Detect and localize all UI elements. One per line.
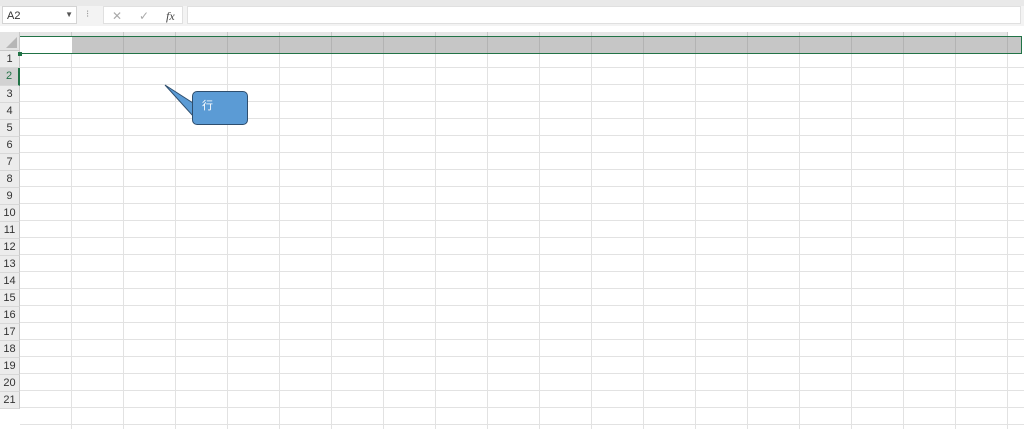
callout-text: 行 (202, 100, 213, 112)
select-all-triangle-icon (6, 37, 17, 48)
formula-buttons: ✕ ✓ fx (103, 6, 183, 24)
name-box-value: A2 (7, 10, 21, 22)
row-header[interactable]: 10 (0, 205, 20, 222)
formula-input[interactable] (187, 6, 1021, 24)
cell-area[interactable] (20, 51, 1024, 429)
row-header[interactable]: 15 (0, 290, 20, 307)
row-header[interactable]: 2 (0, 68, 20, 86)
active-cell[interactable] (20, 36, 72, 54)
row-header[interactable]: 11 (0, 222, 20, 239)
row-header[interactable]: 6 (0, 137, 20, 154)
row-header[interactable]: 12 (0, 239, 20, 256)
row-header[interactable]: 14 (0, 273, 20, 290)
formula-bar-grip-icon[interactable]: ⁝ (86, 9, 89, 20)
row-header[interactable]: 13 (0, 256, 20, 273)
select-all-button[interactable] (0, 32, 20, 51)
selected-row-highlight (20, 36, 1022, 54)
row-header[interactable]: 1 (0, 51, 20, 68)
formula-bar: A2 ▼ ⁝ ✕ ✓ fx (0, 6, 1024, 26)
row-header[interactable]: 16 (0, 307, 20, 324)
selection-right-edge (1021, 36, 1022, 54)
insert-function-icon[interactable]: fx (166, 9, 175, 24)
row-header[interactable]: 18 (0, 341, 20, 358)
row-header[interactable]: 20 (0, 375, 20, 392)
row-header[interactable]: 7 (0, 154, 20, 171)
row-header[interactable]: 4 (0, 103, 20, 120)
callout-shape[interactable]: 行 (192, 91, 248, 125)
row-header[interactable]: 8 (0, 171, 20, 188)
chevron-down-icon[interactable]: ▼ (65, 10, 73, 19)
fill-handle[interactable] (18, 52, 22, 56)
row-header[interactable]: 17 (0, 324, 20, 341)
row-header[interactable]: 5 (0, 120, 20, 137)
spreadsheet-grid: ABCDEFGHIJKLMNOPQRS 12345678910111213141… (0, 32, 1024, 429)
name-box[interactable]: A2 ▼ (2, 6, 77, 24)
enter-check-icon[interactable]: ✓ (139, 9, 149, 23)
row-header[interactable]: 21 (0, 392, 20, 409)
row-header[interactable]: 3 (0, 86, 20, 103)
row-header[interactable]: 9 (0, 188, 20, 205)
cancel-icon[interactable]: ✕ (112, 9, 122, 23)
row-header[interactable]: 19 (0, 358, 20, 375)
